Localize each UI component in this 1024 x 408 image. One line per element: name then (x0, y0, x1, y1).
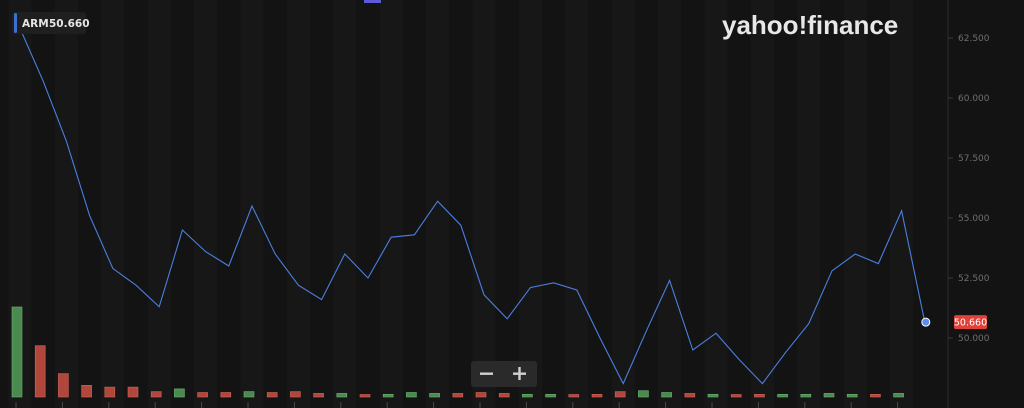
volume-bar (730, 394, 742, 398)
volume-bar (452, 393, 464, 398)
legend-value: 50.660 (49, 18, 90, 30)
chart-container: 62.500 60.000 57.500 55.000 52.500 50.000 50.… (0, 0, 1024, 408)
background-band (518, 0, 542, 408)
volume-bar (104, 386, 116, 398)
y-axis: 62.500 60.000 57.500 55.000 52.500 50.000 (948, 34, 990, 344)
background-band (379, 0, 403, 408)
volume-bar (661, 392, 672, 398)
volume-bar (754, 393, 765, 398)
background-band (54, 0, 78, 408)
legend-chip[interactable]: ARM 50.660 (12, 12, 90, 34)
volume-bar (382, 393, 394, 398)
volume-bar (11, 306, 23, 398)
y-tick-label: 55.000 (958, 214, 990, 224)
volume-bar (336, 393, 348, 398)
yahoo-finance-logo: yahoo!finance (722, 10, 898, 40)
background-band (750, 0, 774, 408)
background-band (286, 0, 310, 408)
background-band (333, 0, 357, 408)
y-tick-label: 62.500 (958, 34, 990, 44)
volume-bar (475, 392, 487, 398)
volume-bar (823, 393, 835, 398)
volume-bar (522, 393, 533, 398)
background-band (704, 0, 728, 408)
volume-bar (266, 392, 278, 398)
volume-bar (614, 391, 626, 398)
volume-bar (870, 393, 881, 398)
volume-bar (313, 393, 324, 398)
volume-bar (498, 393, 510, 398)
background-band (611, 0, 635, 408)
background-band (843, 0, 867, 408)
volume-bar (58, 373, 69, 398)
background-band (426, 0, 450, 408)
y-tick-label: 50.000 (958, 334, 990, 344)
background-band (658, 0, 682, 408)
volume-bar (591, 393, 603, 398)
background-band (565, 0, 589, 408)
plus-icon-v (518, 367, 521, 380)
background-band (797, 0, 821, 408)
background-band (890, 0, 914, 408)
last-price-tag: 50.660 (954, 315, 987, 330)
volume-bar (174, 388, 185, 398)
minus-icon (480, 372, 493, 375)
background-band (101, 0, 125, 408)
volume-bar (81, 384, 92, 398)
background-band (194, 0, 218, 408)
price-chart[interactable]: 62.500 60.000 57.500 55.000 52.500 50.000 50.… (0, 0, 1024, 408)
volume-bar (707, 393, 719, 398)
volume-bar (359, 394, 371, 398)
volume-bar (638, 390, 649, 398)
zoom-in-button[interactable] (506, 363, 534, 385)
zoom-out-button[interactable] (473, 363, 501, 385)
range-indicator[interactable] (364, 0, 381, 3)
volume-bar (893, 393, 904, 398)
volume-bar (684, 393, 696, 398)
zoom-controls (471, 361, 537, 387)
legend-swatch (14, 13, 17, 33)
background-bands (8, 0, 914, 408)
volume-bar (34, 345, 46, 398)
volume-bar (406, 392, 417, 398)
background-band (472, 0, 496, 408)
volume-bar (545, 393, 556, 398)
volume-bar (800, 393, 812, 398)
legend-symbol: ARM (22, 18, 49, 30)
last-point-marker[interactable] (921, 317, 931, 327)
volume-bar (777, 393, 788, 398)
volume-bar (197, 392, 208, 398)
last-price-label: 50.660 (954, 318, 987, 329)
volume-bar (127, 386, 139, 398)
volume-bar (568, 394, 580, 398)
volume-bar (243, 391, 255, 398)
volume-bar (290, 391, 301, 398)
volume-bar (150, 391, 162, 398)
y-tick-label: 57.500 (958, 154, 990, 164)
background-band (240, 0, 264, 408)
volume-bar (429, 393, 440, 398)
y-tick-label: 52.500 (958, 274, 990, 284)
volume-bar (220, 392, 232, 398)
y-tick-label: 60.000 (958, 94, 990, 104)
background-band (147, 0, 171, 408)
volume-bar (846, 393, 858, 398)
